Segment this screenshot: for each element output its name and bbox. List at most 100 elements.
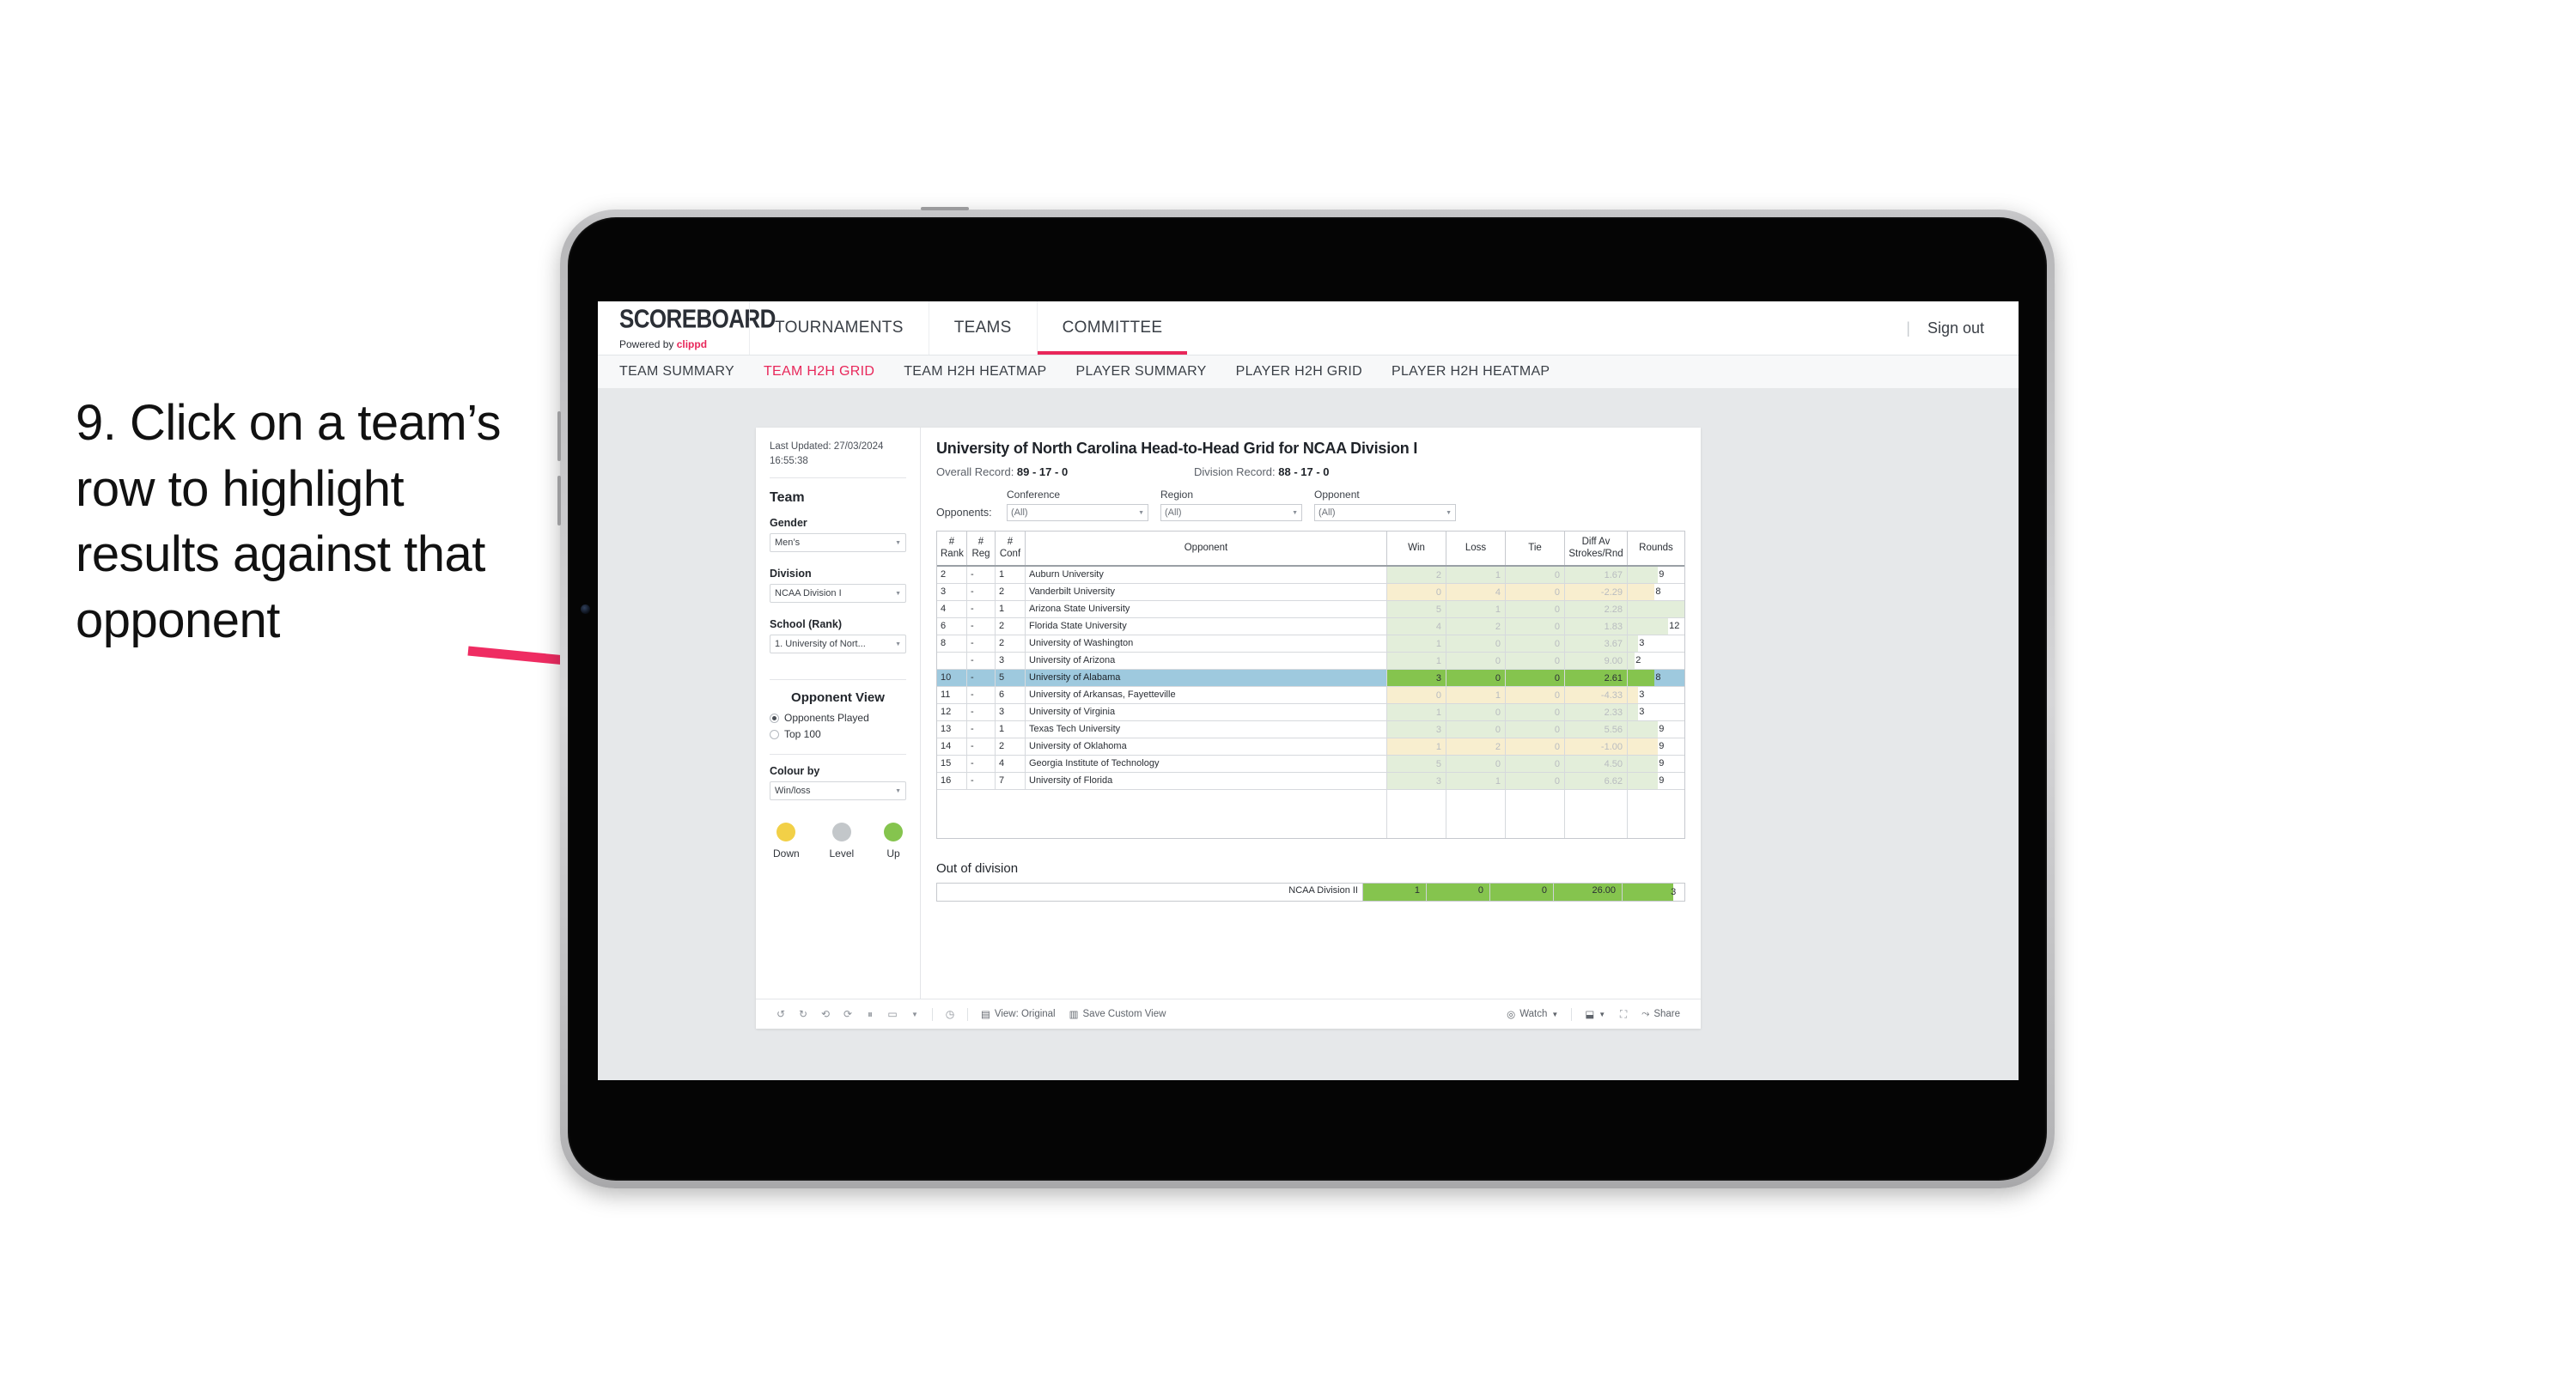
nav-item-tournaments[interactable]: TOURNAMENTS <box>749 301 929 355</box>
opponent-name: Georgia Institute of Technology <box>1029 758 1160 769</box>
table-row[interactable]: 4-1Arizona State University5102.2817 <box>937 600 1684 618</box>
chevron-down-icon: ▼ <box>1446 509 1452 516</box>
table-row[interactable]: 2-1 Auburn University 2 1 0 1.67 9 <box>937 565 1684 584</box>
table-row[interactable]: 3-2 Vanderbilt University 0 4 0 -2.29 8 <box>937 583 1684 601</box>
redo-icon[interactable]: ↻ <box>792 1003 814 1025</box>
division-label: Division <box>770 568 812 580</box>
caret-down-icon[interactable]: ▼ <box>904 1003 926 1025</box>
tab-team-h2h-heatmap[interactable]: TEAM H2H HEATMAP <box>904 364 1046 380</box>
chevron-down-icon: ▼ <box>895 641 901 647</box>
cell-win: 3 <box>1386 772 1446 790</box>
view-original-button[interactable]: ▤ View: Original <box>974 1008 1063 1020</box>
cell-conf: 6 <box>995 686 1026 704</box>
cell-reg: - <box>966 600 996 618</box>
cell-opponent: University of Washington <box>1025 635 1387 653</box>
cell-loss: 0 <box>1446 652 1506 670</box>
cell-value: 1 <box>1495 775 1501 787</box>
cell-value: 4 <box>1495 586 1501 598</box>
table-row[interactable]: 10-5 University of Alabama 3 0 0 2.61 8 <box>937 669 1684 687</box>
cell-reg: - <box>966 772 996 790</box>
cell-loss: 1 <box>1446 772 1506 790</box>
tab-player-h2h-heatmap[interactable]: PLAYER H2H HEATMAP <box>1392 364 1550 380</box>
table-row[interactable]: 8-2 University of Washington 1 0 0 3.67 3 <box>937 635 1684 653</box>
save-custom-view-button[interactable]: ▥ Save Custom View <box>1063 1008 1173 1020</box>
tab-team-summary[interactable]: TEAM SUMMARY <box>619 364 734 380</box>
fullscreen-icon[interactable]: ⛶ <box>1612 1003 1635 1025</box>
cell-rounds: 3 <box>1627 703 1684 721</box>
division-select[interactable]: NCAA Division I ▼ <box>770 584 906 604</box>
cell-value: 0 <box>1435 689 1441 701</box>
school-select[interactable]: 1. University of Nort... ▼ <box>770 635 906 654</box>
rounds-value: 9 <box>1659 568 1665 580</box>
table-row[interactable]: NCAA Division II 1 0 0 26.00 3 <box>937 883 1684 901</box>
opponent-filters: Opponents: Conference (All) ▼ Region (Al <box>936 489 1685 521</box>
refresh-icon[interactable]: ⟳ <box>837 1003 859 1025</box>
nav-item-teams[interactable]: TEAMS <box>928 301 1037 355</box>
cell-loss: 1 <box>1446 565 1506 584</box>
header-diff-line1: Diff Av <box>1581 537 1611 547</box>
app-logo[interactable]: SCOREBOARD Powered by clippd <box>598 301 776 355</box>
tab-player-h2h-grid[interactable]: PLAYER H2H GRID <box>1236 364 1362 380</box>
table-row[interactable]: 6-2 Florida State University 4 2 0 1.83 12 <box>937 617 1684 635</box>
h2h-grid: # Rank # Reg # Conf Opponent Win Loss Tie D… <box>936 531 1685 839</box>
cell-opponent: Texas Tech University <box>1025 720 1387 738</box>
region-select[interactable]: (All) ▼ <box>1160 504 1302 521</box>
signout-link[interactable]: Sign out <box>1927 319 1984 337</box>
layout-icon[interactable]: ▭ <box>881 1003 904 1025</box>
cell-value: 0 <box>1554 586 1560 598</box>
cell-rank: 8 <box>937 635 967 653</box>
tab-player-summary[interactable]: PLAYER SUMMARY <box>1076 364 1207 380</box>
cell-value: 5 <box>1435 758 1441 769</box>
table-row[interactable]: 14-2 University of Oklahoma 1 2 0 -1.00 9 <box>937 738 1684 756</box>
undo-icon[interactable]: ↺ <box>770 1003 792 1025</box>
cell-tie: 0 <box>1505 617 1565 635</box>
logo-brand: clippd <box>676 338 708 350</box>
cell-reg: - <box>966 583 996 601</box>
pause-icon[interactable]: ⏸ <box>859 1003 881 1025</box>
table-row[interactable]: 13-1 Texas Tech University 3 0 0 5.56 9 <box>937 720 1684 738</box>
table-row[interactable]: 15-4 Georgia Institute of Technology 5 0 0 4.… <box>937 755 1684 773</box>
tab-team-h2h-grid[interactable]: TEAM H2H GRID <box>764 364 874 380</box>
cell-loss: 4 <box>1446 583 1506 601</box>
table-row[interactable]: 12-3 University of Virginia 1 0 0 2.33 3 <box>937 703 1684 721</box>
cell-value: 0 <box>1554 655 1560 666</box>
ood-tie: 0 <box>1490 883 1554 901</box>
cell-value: 0 <box>1554 741 1560 752</box>
table-row[interactable]: 16-7 University of Florida 3 1 0 6.62 9 <box>937 772 1684 790</box>
revert-icon[interactable]: ⟲ <box>814 1003 837 1025</box>
ood-diff: 26.00 <box>1554 883 1623 901</box>
opponent-select[interactable]: (All) ▼ <box>1314 504 1456 521</box>
rounds-value: 8 <box>1655 671 1661 683</box>
share-button[interactable]: ⤳ Share <box>1635 1009 1687 1020</box>
cell-rounds: 8 <box>1627 583 1684 601</box>
gender-select[interactable]: Men’s ▼ <box>770 533 906 553</box>
watch-button[interactable]: ◎ Watch ▼ <box>1500 1008 1565 1020</box>
cell-loss: 0 <box>1446 669 1506 687</box>
ood-division-name: NCAA Division II <box>937 883 1363 901</box>
nav-item-committee[interactable]: COMMITTEE <box>1036 301 1188 355</box>
cell-conf: 2 <box>995 583 1026 601</box>
radio-opponents-played[interactable]: Opponents Played <box>770 712 906 724</box>
cell-reg: - <box>966 738 996 756</box>
cell-value: 3 <box>1435 775 1441 787</box>
table-row[interactable]: -3 University of Arizona 1 0 0 9.00 2 <box>937 652 1684 670</box>
clock-icon[interactable]: ◷ <box>939 1003 961 1025</box>
front-camera-icon <box>581 604 590 614</box>
conference-select[interactable]: (All) ▼ <box>1007 504 1148 521</box>
radio-top-100[interactable]: Top 100 <box>770 728 906 740</box>
cell-tie: 0 <box>1505 565 1565 584</box>
opponents-label: Opponents: <box>936 507 992 519</box>
cell-value: 2 <box>1495 741 1501 752</box>
cell-tie: 0 <box>1505 583 1565 601</box>
rounds-value: 2 <box>1635 654 1641 665</box>
download-button[interactable]: ⬓ ▼ <box>1578 1008 1612 1020</box>
volume-up-button <box>557 411 561 461</box>
table-row[interactable]: 11-6 University of Arkansas, Fayetteville… <box>937 686 1684 704</box>
header-tie: Tie <box>1505 532 1565 567</box>
cell-win: 5 <box>1386 600 1446 618</box>
table-header-row: # Rank # Reg # Conf Opponent Win Loss Tie D… <box>937 532 1684 567</box>
divider <box>967 1007 968 1021</box>
cell-value: -4.33 <box>1600 689 1623 701</box>
colour-by-select[interactable]: Win/loss ▼ <box>770 781 906 801</box>
top-navigation-bar: SCOREBOARD Powered by clippd TOURNAMENTS… <box>598 301 2019 355</box>
